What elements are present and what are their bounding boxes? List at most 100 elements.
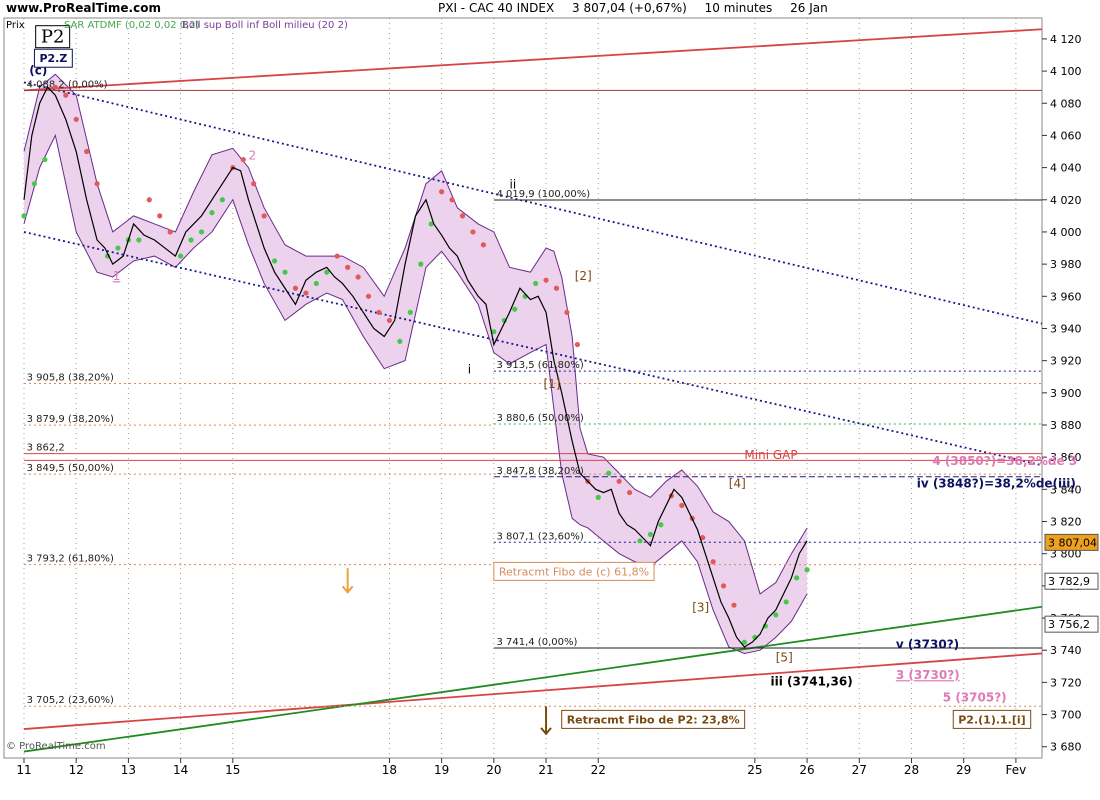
sar-point [209,210,215,216]
wave-annotation: [3] [692,601,709,615]
sar-point [773,612,779,618]
sar-point [626,489,633,496]
bollinger-legend: Boll sup Boll inf Boll milieu (20 2) [182,20,348,31]
sar-point [595,494,601,500]
sar-point [355,274,361,280]
wave-annotation: 4 (3850?)=38,2%de 3 [932,454,1077,468]
sar-point [365,293,372,299]
y-tick-label: 3 680 [1050,741,1082,754]
last-price: 3 807,04 (+0,67%) [572,1,687,15]
x-tick-label: 22 [591,763,606,777]
y-tick-label: 3 900 [1050,387,1082,400]
wave-annotation: 5 (3705?) [943,691,1007,705]
annotation-box-text: Retracmt Fibo de (c) 61,8% [499,565,649,578]
level-label: 3 849,5 (50,00%) [27,463,114,474]
sar-point [679,502,685,509]
sar-point [292,285,299,291]
wave-annotation: iv (3848?)=38,2%de(iii) [917,477,1076,491]
sar-point [658,522,664,528]
sar-point [794,575,800,581]
sar-point [710,559,716,565]
sar-point [647,531,654,537]
wave-annotation: 1 [113,269,121,283]
y-tick-label: 3 960 [1050,290,1082,303]
sar-point [407,309,413,315]
sar-point [251,181,257,187]
annotation-box-text: P2.Z [39,52,67,65]
level-label: 3 847,8 (38,20%) [496,466,583,477]
wave-annotation: [1] [543,377,560,391]
x-tick-label: 13 [121,763,136,777]
annotation-box-text: Retracmt Fibo de P2: 23,8% [567,713,740,726]
sar-point [553,285,560,291]
sar-point [63,92,69,98]
x-tick-label: 20 [486,763,501,777]
sar-point [480,242,487,248]
x-tick-label: 14 [173,763,188,777]
x-tick-label: 27 [852,763,867,777]
y-tick-label: 4 060 [1050,129,1082,142]
x-tick-label: 25 [747,763,762,777]
sar-point [637,538,643,544]
price-tag-label: 3 756,2 [1048,618,1090,631]
sar-point [167,229,173,235]
price-tag-label: 3 782,9 [1048,575,1090,588]
y-tick-label: 3 880 [1050,419,1082,432]
sar-point [42,156,48,163]
annotation-box-text: P2.(1).1.[i] [958,713,1025,726]
x-tick-label: 26 [799,763,814,777]
sar-point [271,258,278,264]
chart-title-bar: PXI - CAC 40 INDEX 3 807,04 (+0,67%) 10 … [438,1,842,17]
x-tick-label: 15 [225,763,240,777]
sar-point [188,237,194,243]
level-label: 3 905,8 (38,20%) [27,372,114,383]
sar-legend: SAR ATDMF (0,02 0,02 0,2) [64,20,200,31]
x-tick-label: 19 [434,763,449,777]
sar-point [84,148,90,155]
sar-point [157,213,163,219]
sar-point [470,229,476,235]
sar-point [533,280,539,287]
level-label: 3 913,5 (61,80%) [496,360,583,371]
x-tick-label: 12 [69,763,84,777]
sar-point [345,264,351,270]
wave-annotation: i [468,363,471,377]
x-tick-label: 11 [16,763,31,777]
x-tick-label: 21 [538,763,553,777]
sar-point [115,245,121,251]
wave-annotation: 2 [248,149,256,163]
site-url[interactable]: www.ProRealTime.com [6,1,161,17]
sar-point [804,567,810,573]
wave-annotation: [4] [729,477,746,491]
x-tick-label: Fev [1006,763,1027,777]
copyright-footer: © ProRealTime.com [6,741,106,752]
level-label: 3 705,2 (23,60%) [27,695,114,706]
sar-point [334,253,340,259]
level-label: 3 862,2 [27,443,65,454]
sar-point [313,280,319,287]
y-tick-label: 3 980 [1050,258,1082,271]
sar-point [376,309,382,315]
wave-annotation: iii (3741,36) [771,675,853,689]
sar-point [52,84,58,90]
y-tick-label: 3 740 [1050,644,1082,657]
sar-point [303,290,309,296]
price-chart[interactable]: 11 12 13 14 15 18 19 20 21 22 25 26 27 28 29 Fev3 6803 … [0,0,1100,800]
sar-point [574,341,580,348]
x-tick-label: 18 [382,763,397,777]
wave-annotation: [5] [776,650,793,664]
y-tick-label: 4 040 [1050,162,1082,175]
timeframe: 10 minutes [704,1,773,15]
level-label: 3 741,4 (0,00%) [496,637,577,648]
sar-point [198,229,205,235]
sar-point [731,602,737,608]
sar-point [449,197,455,203]
sar-point [543,277,549,283]
sar-point [178,253,184,259]
sar-point [564,309,570,315]
sar-point [418,261,424,267]
level-label: 3 880,6 (50,00%) [496,413,583,424]
sar-point [136,237,142,243]
sar-point [261,213,267,219]
y-tick-label: 3 940 [1050,322,1082,335]
